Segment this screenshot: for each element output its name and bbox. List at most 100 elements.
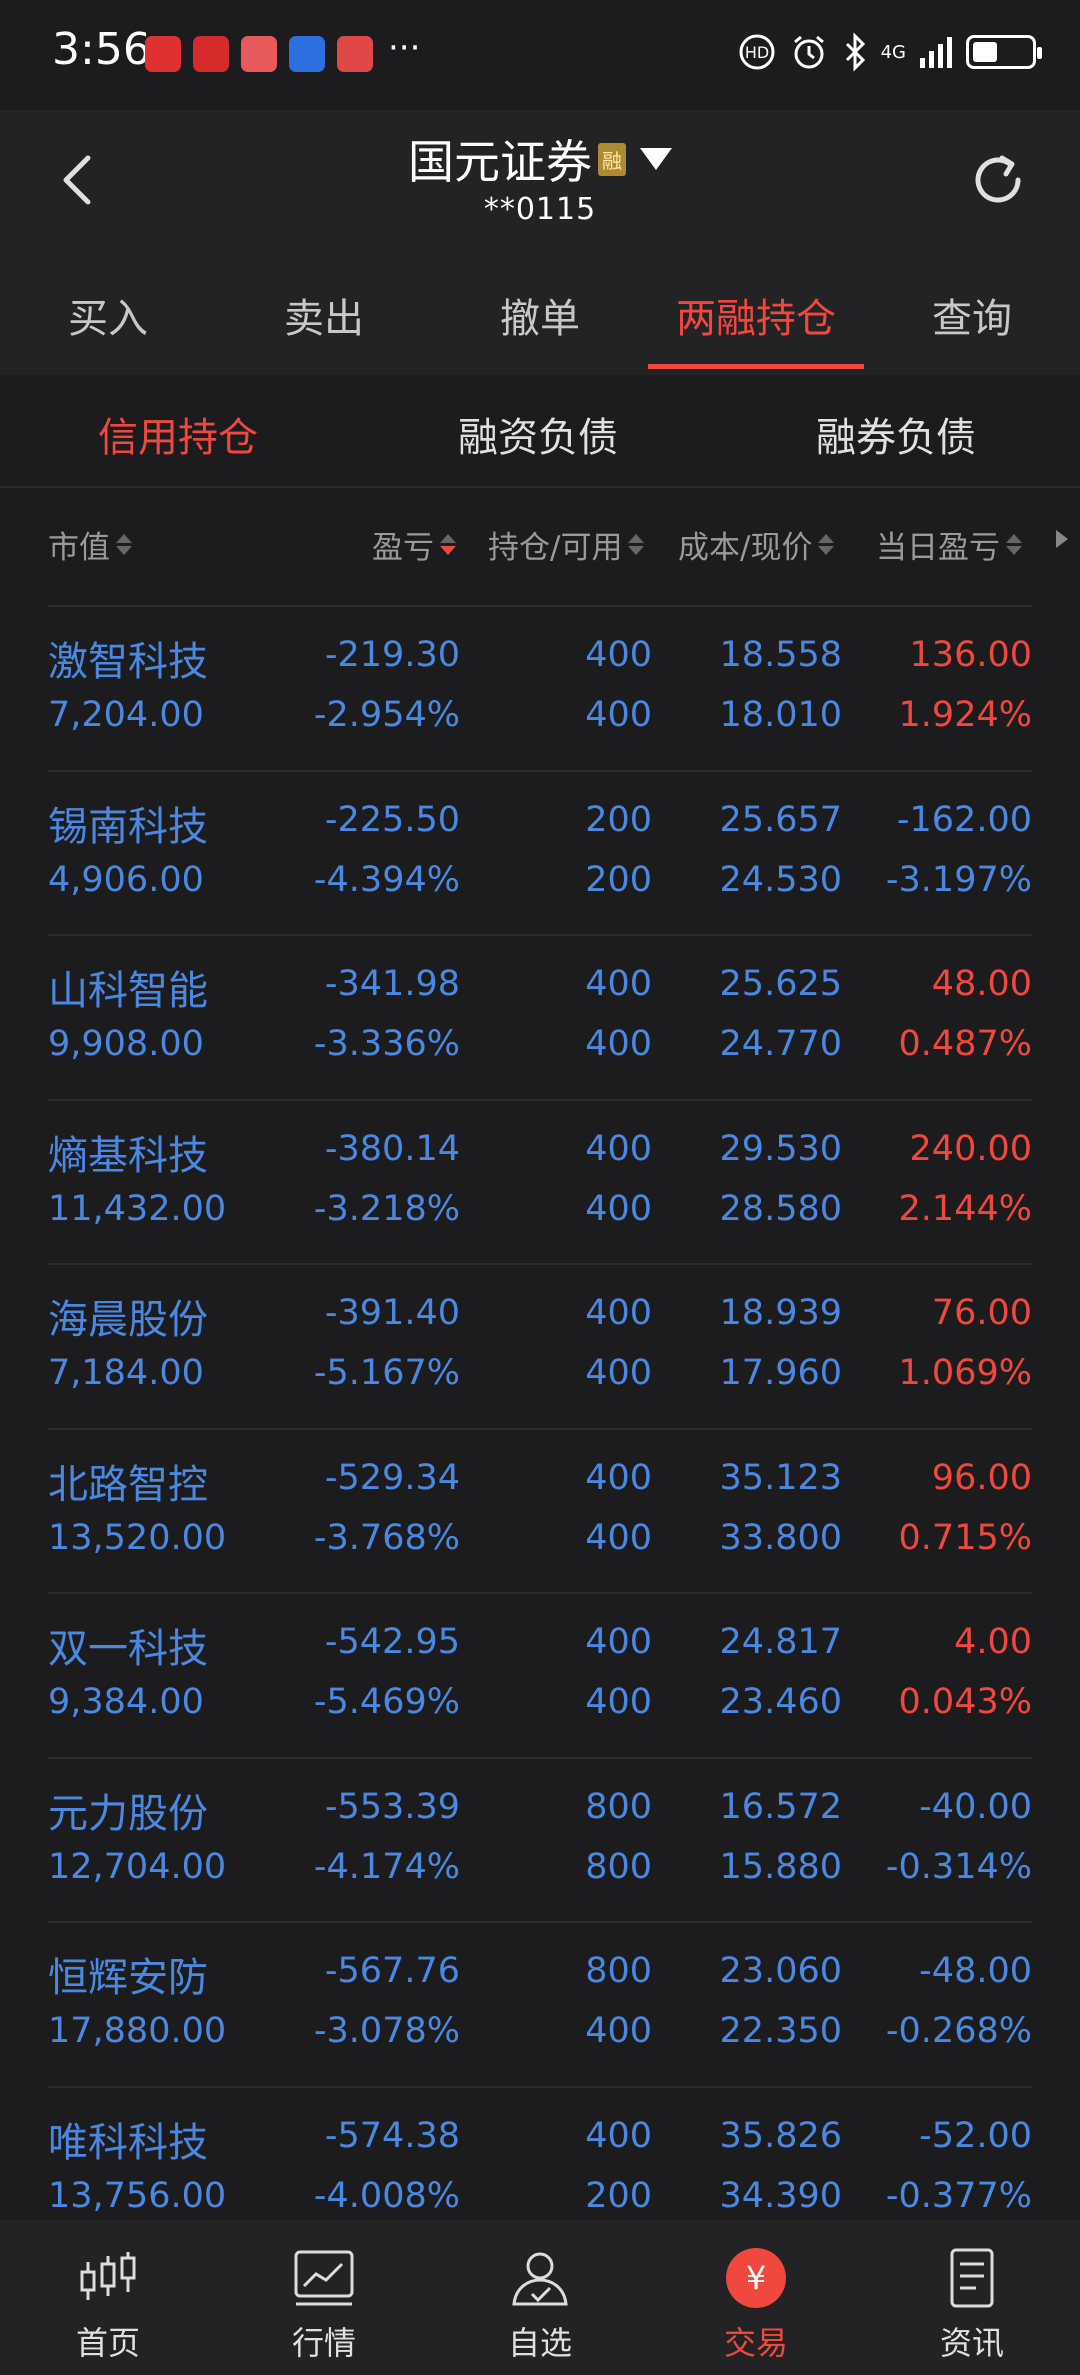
position-row[interactable]: 锡南科技 4,906.00 -225.50 -4.394% 200 200 25… xyxy=(48,769,1032,935)
account-number: **0115 xyxy=(483,192,597,227)
tab-cancel[interactable]: 撤单 xyxy=(432,250,648,375)
column-position[interactable]: 持仓/可用 xyxy=(488,522,645,567)
battery-icon xyxy=(966,35,1042,69)
day-pnl-percent: 1.069% xyxy=(898,1353,1032,1393)
trade-tabs: 买入 卖出 撤单 两融持仓 查询 xyxy=(0,250,1080,375)
position-row[interactable]: 海晨股份 7,184.00 -391.40 -5.167% 400 400 18… xyxy=(48,1263,1032,1428)
subtab-credit-positions[interactable]: 信用持仓 xyxy=(98,405,258,463)
tab-margin-positions[interactable]: 两融持仓 xyxy=(648,250,864,375)
notification-app-icon xyxy=(241,36,277,72)
pnl-amount: -574.38 xyxy=(324,2115,460,2156)
stock-name: 唯科科技 xyxy=(48,2119,208,2166)
chevron-down-icon[interactable] xyxy=(640,148,672,170)
pnl-amount: -225.50 xyxy=(324,799,460,840)
status-bar: 3:56 ··· HD 4G xyxy=(0,0,1080,110)
current-price: 17.960 xyxy=(719,1353,842,1393)
available-qty: 400 xyxy=(585,1188,652,1229)
market-value: 7,204.00 xyxy=(48,695,204,735)
nav-label: 行情 xyxy=(291,2324,356,2362)
day-pnl-amount: -48.00 xyxy=(919,1951,1032,1991)
available-qty: 400 xyxy=(585,1353,652,1393)
notification-app-icon xyxy=(145,36,181,72)
pnl-amount: -380.14 xyxy=(324,1128,460,1169)
day-pnl-percent: 0.487% xyxy=(898,1024,1032,1064)
market-value: 12,704.00 xyxy=(48,1846,227,1887)
pnl-percent: -4.174% xyxy=(313,1846,460,1887)
divider xyxy=(0,486,1080,488)
bottom-nav: 首页 行情 自选 ¥ 交易 资讯 xyxy=(0,2220,1080,2375)
position-row[interactable]: 双一科技 9,384.00 -542.95 -5.469% 400 400 24… xyxy=(48,1592,1032,1757)
position-qty: 400 xyxy=(585,2115,652,2156)
pnl-percent: -3.768% xyxy=(313,1517,460,1558)
cost-price: 18.939 xyxy=(719,1293,842,1333)
current-price: 28.580 xyxy=(719,1188,842,1229)
pnl-amount: -553.39 xyxy=(324,1786,460,1827)
nav-label: 自选 xyxy=(507,2324,572,2362)
broker-title[interactable]: 国元证券 xyxy=(408,126,592,192)
sort-icon xyxy=(1006,534,1022,555)
market-value: 13,520.00 xyxy=(48,1517,227,1558)
chevron-right-icon[interactable] xyxy=(1056,530,1068,548)
current-price: 22.350 xyxy=(719,2011,842,2051)
cost-price: 25.657 xyxy=(719,799,842,840)
day-pnl-percent: -0.268% xyxy=(885,2011,1032,2051)
day-pnl-amount: 240.00 xyxy=(909,1128,1032,1169)
position-qty: 400 xyxy=(585,635,652,675)
position-row[interactable]: 山科智能 9,908.00 -341.98 -3.336% 400 400 25… xyxy=(48,934,1032,1099)
day-pnl-amount: 48.00 xyxy=(931,964,1032,1004)
nav-watchlist[interactable]: 自选 xyxy=(432,2220,648,2375)
available-qty: 200 xyxy=(585,2175,652,2216)
day-pnl-amount: 76.00 xyxy=(931,1293,1032,1333)
subtab-financing-liabilities[interactable]: 融资负债 xyxy=(458,405,618,463)
nav-label: 交易 xyxy=(723,2324,788,2362)
nav-market[interactable]: 行情 xyxy=(216,2220,432,2375)
nav-news[interactable]: 资讯 xyxy=(864,2220,1080,2375)
network-type: 4G xyxy=(880,41,906,63)
column-pnl[interactable]: 盈亏 xyxy=(372,522,456,567)
column-day-pnl[interactable]: 当日盈亏 xyxy=(876,522,1022,567)
pnl-amount: -341.98 xyxy=(324,964,460,1004)
position-row[interactable]: 激智科技 7,204.00 -219.30 -2.954% 400 400 18… xyxy=(48,605,1032,770)
pnl-percent: -3.336% xyxy=(313,1024,460,1064)
day-pnl-percent: -3.197% xyxy=(885,859,1032,900)
day-pnl-amount: 96.00 xyxy=(931,1457,1032,1498)
alarm-icon xyxy=(793,35,824,69)
column-price[interactable]: 成本/现价 xyxy=(678,522,835,567)
cost-price: 23.060 xyxy=(719,1951,842,1991)
day-pnl-amount: -52.00 xyxy=(919,2115,1032,2156)
nav-home[interactable]: 首页 xyxy=(0,2220,216,2375)
position-qty: 800 xyxy=(585,1786,652,1827)
position-row[interactable]: 北路智控 13,520.00 -529.34 -3.768% 400 400 3… xyxy=(48,1427,1032,1593)
tab-query[interactable]: 查询 xyxy=(864,250,1080,375)
stock-name: 恒辉安防 xyxy=(48,1955,208,2001)
stock-name: 双一科技 xyxy=(48,1626,208,1672)
pnl-percent: -3.218% xyxy=(313,1188,460,1229)
stock-name: 海晨股份 xyxy=(48,1297,208,1343)
account-selector[interactable]: 国元证券融 xyxy=(0,126,1080,192)
column-market-value[interactable]: 市值 xyxy=(48,522,132,567)
document-icon xyxy=(950,2248,994,2308)
nav-trade[interactable]: ¥ 交易 xyxy=(648,2220,864,2375)
tab-sell[interactable]: 卖出 xyxy=(216,250,432,375)
position-qty: 400 xyxy=(585,964,652,1004)
position-row[interactable]: 熵基科技 11,432.00 -380.14 -3.218% 400 400 2… xyxy=(48,1098,1032,1264)
svg-text:HD: HD xyxy=(744,43,768,62)
stock-name: 锡南科技 xyxy=(48,803,208,850)
pnl-amount: -542.95 xyxy=(324,1622,460,1662)
sub-tabs: 信用持仓 融资负债 融券负债 xyxy=(0,375,1080,487)
tab-buy[interactable]: 买入 xyxy=(0,250,216,375)
column-header: 市值 盈亏 持仓/可用 成本/现价 当日盈亏 xyxy=(0,500,1080,580)
stock-name: 北路智控 xyxy=(48,1461,208,1508)
available-qty: 800 xyxy=(585,1846,652,1887)
available-qty: 400 xyxy=(585,695,652,735)
hd-icon: HD xyxy=(739,34,775,70)
pnl-percent: -5.469% xyxy=(313,1682,460,1722)
market-value: 9,908.00 xyxy=(48,1024,204,1064)
nav-label: 资讯 xyxy=(939,2324,1004,2362)
position-row[interactable]: 恒辉安防 17,880.00 -567.76 -3.078% 800 400 2… xyxy=(48,1921,1032,2086)
current-price: 24.770 xyxy=(719,1024,842,1064)
notification-app-icon xyxy=(289,36,325,72)
refresh-icon[interactable] xyxy=(966,148,1030,212)
position-row[interactable]: 元力股份 12,704.00 -553.39 -4.174% 800 800 1… xyxy=(48,1756,1032,1922)
subtab-securities-lending-liabilities[interactable]: 融券负债 xyxy=(816,405,976,463)
